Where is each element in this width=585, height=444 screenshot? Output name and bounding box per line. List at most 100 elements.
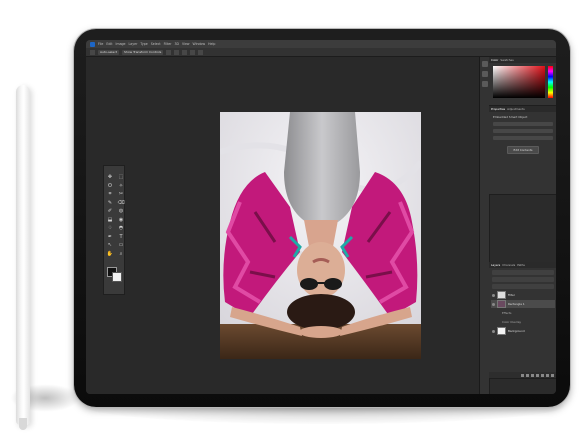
visibility-eye-icon[interactable]	[492, 293, 495, 297]
position-field[interactable]	[493, 136, 553, 140]
dodge-tool-icon[interactable]: ♢	[105, 225, 115, 233]
layers-panel: Layers Channels Paths Filter Rectangle 1…	[489, 262, 556, 379]
layer-row[interactable]: Filter	[491, 291, 555, 299]
blend-mode-bar[interactable]	[492, 277, 554, 282]
document-canvas[interactable]: ✥ ⬚ ʘ ✧ ⌗ ✂ ✎ ⌫ ✐ ◍ ⬓ ◉ ♢ ◓ ✒ T ↖ ▭ ✋ ⌕	[86, 57, 479, 394]
tab-properties[interactable]: Properties	[491, 107, 505, 111]
zoom-tool-icon[interactable]: ⌕	[116, 251, 126, 259]
layer-effects-row[interactable]: Effects	[491, 309, 555, 317]
marquee-tool-icon[interactable]: ⬚	[116, 174, 126, 182]
fx-icon[interactable]	[526, 373, 529, 377]
right-panel-column: Color Swatches Properties Adjustments Em…	[479, 57, 556, 394]
color-panel: Color Swatches	[489, 57, 556, 106]
menu-item[interactable]: File	[98, 42, 103, 46]
tab-adjustments[interactable]: Adjustments	[507, 107, 525, 111]
pen-tool-icon[interactable]: ✒	[105, 234, 115, 242]
adjustment-icon[interactable]	[536, 373, 539, 377]
options-bar: Auto-select Show Transform Controls	[86, 48, 556, 57]
app-logo-icon[interactable]	[90, 41, 95, 47]
align-icon[interactable]	[182, 49, 188, 55]
align-icon[interactable]	[174, 49, 180, 55]
visibility-eye-icon[interactable]	[492, 329, 495, 333]
gradient-tool-icon[interactable]: ⬓	[105, 217, 115, 225]
menu-item[interactable]: Type	[140, 42, 147, 46]
menu-item[interactable]: Help	[208, 42, 215, 46]
menu-item[interactable]: Filter	[164, 42, 172, 46]
tab-color[interactable]: Color	[491, 58, 498, 62]
layer-row-selected[interactable]: Rectangle 1	[491, 300, 555, 308]
width-field[interactable]	[493, 122, 553, 126]
eraser-tool-icon[interactable]: ⌫	[116, 200, 126, 208]
stylus-tip	[19, 418, 27, 430]
layer-thumbnail	[497, 291, 506, 299]
trash-icon[interactable]	[551, 373, 554, 377]
layer-thumbnail	[497, 300, 506, 308]
tab-channels[interactable]: Channels	[502, 263, 515, 267]
link-layers-icon[interactable]	[521, 373, 524, 377]
layer-effect-label: Color Overlay	[502, 320, 522, 324]
color-panel-tabs: Color Swatches	[489, 57, 556, 63]
stylus-pencil	[16, 85, 30, 425]
edit-contents-button[interactable]: Edit Contents	[507, 146, 539, 154]
menu-item[interactable]: Edit	[106, 42, 112, 46]
type-tool-icon[interactable]: T	[116, 234, 126, 242]
lasso-tool-icon[interactable]: ʘ	[105, 183, 115, 191]
new-layer-icon[interactable]	[546, 373, 549, 377]
layer-thumbnail	[497, 327, 506, 335]
hand-tool-icon[interactable]: ✋	[105, 251, 115, 259]
layer-row[interactable]: Background	[491, 327, 555, 335]
distribute-icon[interactable]	[190, 49, 196, 55]
path-select-icon[interactable]: ↖	[105, 242, 115, 250]
shape-tool-icon[interactable]: ▭	[116, 242, 126, 250]
layer-name: Rectangle 1	[508, 302, 525, 306]
lock-bar[interactable]	[492, 284, 554, 289]
character-icon[interactable]	[481, 81, 488, 87]
layer-name: Background	[508, 329, 525, 333]
brush-tool-icon[interactable]: ✎	[105, 200, 115, 208]
transform-controls-toggle[interactable]: Show Transform Controls	[122, 49, 164, 55]
background-color-swatch[interactable]	[112, 272, 122, 282]
properties-panel: Properties Adjustments Embedded Smart Ob…	[489, 106, 556, 195]
hue-slider[interactable]	[548, 66, 553, 98]
visibility-eye-icon[interactable]	[492, 302, 495, 306]
layer-name: Filter	[508, 293, 515, 297]
brush-settings-icon[interactable]	[481, 71, 488, 77]
tab-swatches[interactable]: Swatches	[500, 58, 513, 62]
sponge-tool-icon[interactable]: ◓	[116, 225, 126, 233]
menu-item[interactable]: View	[182, 42, 190, 46]
history-icon[interactable]	[481, 61, 488, 67]
menu-item[interactable]: Window	[193, 42, 206, 46]
crop-tool-icon[interactable]: ⌗	[105, 191, 115, 199]
history-brush-icon[interactable]: ◍	[116, 208, 126, 216]
document-image[interactable]	[220, 112, 421, 359]
color-picker-field[interactable]	[493, 66, 545, 98]
menu-bar: File Edit Image Layer Type Select Filter…	[86, 40, 556, 48]
height-field[interactable]	[493, 129, 553, 133]
color-swatches[interactable]	[107, 267, 122, 282]
mask-icon[interactable]	[531, 373, 534, 377]
menu-item[interactable]: Layer	[129, 42, 138, 46]
align-icon[interactable]	[166, 49, 172, 55]
layer-filter-bar[interactable]	[492, 270, 554, 275]
layer-effects-row[interactable]: Color Overlay	[491, 318, 555, 326]
move-tool-icon[interactable]	[90, 49, 95, 55]
clone-stamp-icon[interactable]: ✐	[105, 208, 115, 216]
move-tool-icon[interactable]: ✥	[105, 174, 115, 182]
photoshop-screen: File Edit Image Layer Type Select Filter…	[86, 40, 556, 394]
menu-item[interactable]: Select	[151, 42, 161, 46]
photo-woman-portrait	[220, 112, 421, 359]
layer-effect-label: Effects	[502, 311, 512, 315]
auto-select-toggle[interactable]: Auto-select	[98, 49, 120, 55]
properties-panel-tabs: Properties Adjustments	[489, 106, 556, 112]
slice-tool-icon[interactable]: ✂	[116, 191, 126, 199]
tab-layers[interactable]: Layers	[491, 263, 500, 267]
menu-item[interactable]: Image	[116, 42, 126, 46]
menu-item[interactable]: 3D	[174, 42, 178, 46]
tab-paths[interactable]: Paths	[517, 263, 525, 267]
magic-wand-icon[interactable]: ✧	[116, 183, 126, 191]
layers-footer	[489, 372, 556, 378]
blur-tool-icon[interactable]: ◉	[116, 217, 126, 225]
properties-title: Embedded Smart Object	[493, 115, 528, 119]
distribute-icon[interactable]	[198, 49, 204, 55]
folder-icon[interactable]	[541, 373, 544, 377]
